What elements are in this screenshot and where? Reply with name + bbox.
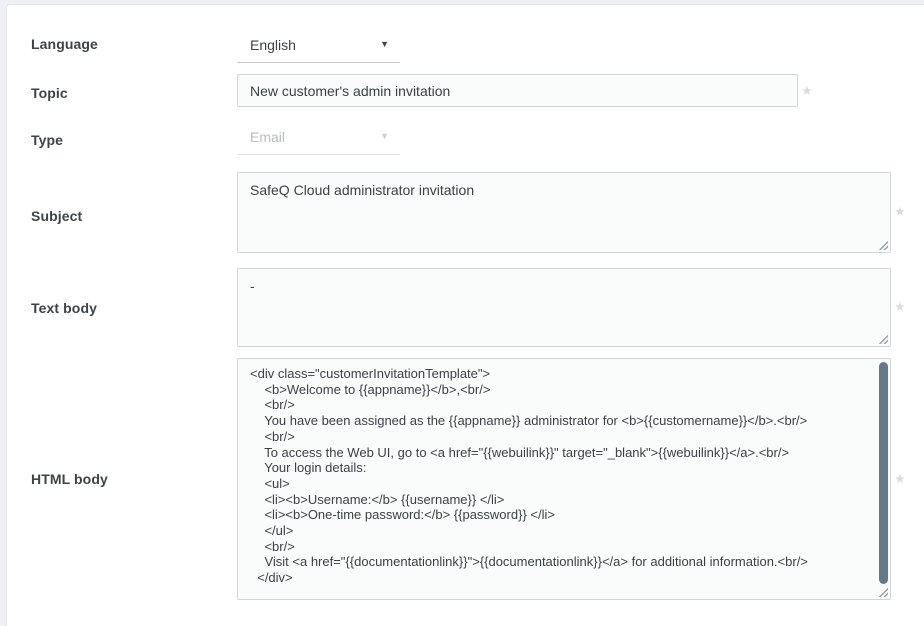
html-body-label: HTML body [31,471,108,487]
language-label: Language [31,36,98,52]
language-select[interactable]: English ▼ [237,28,400,63]
html-body-field: <div class="customerInvitationTemplate">… [237,358,891,600]
page-background: Language English ▼ Topic ★ Type Email ▼ … [0,0,924,626]
type-select: Email ▼ [237,120,400,155]
required-icon: ★ [894,300,906,314]
required-icon: ★ [894,205,906,219]
form-card: Language English ▼ Topic ★ Type Email ▼ … [6,4,924,626]
language-select-value: English [250,37,296,53]
topic-input[interactable] [237,74,798,107]
topic-label: Topic [31,85,68,101]
required-icon: ★ [801,84,813,98]
chevron-down-icon: ▼ [380,131,389,141]
type-select-value: Email [250,129,285,145]
text-body-textarea[interactable]: - [238,269,890,346]
required-icon: ★ [894,472,906,486]
chevron-down-icon: ▼ [380,39,389,49]
subject-field: SafeQ Cloud administrator invitation [237,172,891,253]
html-body-textarea[interactable]: <div class="customerInvitationTemplate">… [238,359,890,599]
scrollbar-thumb[interactable] [879,362,888,584]
type-label: Type [31,132,63,148]
subject-label: Subject [31,208,82,224]
subject-textarea[interactable]: SafeQ Cloud administrator invitation [238,173,890,252]
text-body-label: Text body [31,300,97,316]
text-body-field: - [237,268,891,347]
